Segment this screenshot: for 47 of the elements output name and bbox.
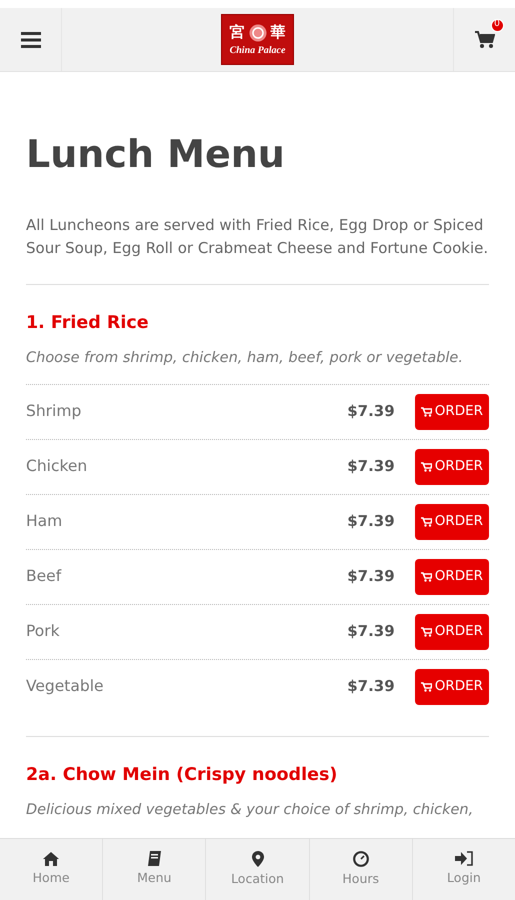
order-button[interactable]: ORDER — [414, 394, 489, 430]
cart-icon — [420, 626, 432, 637]
intro-text: All Luncheons are served with Fried Rice, Egg Drop or Spiced Sour Soup, Egg Roll or Crabmeat Cheese and Fortune Cookie. — [26, 214, 489, 259]
map-pin-icon — [252, 850, 264, 867]
page-title: Lunch Menu — [26, 134, 286, 176]
item-name: Ham — [26, 510, 64, 532]
cart-icon — [420, 572, 432, 582]
cart-icon — [420, 682, 432, 692]
item-price: $7.39 — [347, 401, 395, 422]
order-button[interactable]: ORDER — [414, 558, 489, 595]
home-icon — [43, 852, 60, 866]
cart-icon — [420, 516, 432, 527]
item-price: $7.39 — [347, 456, 395, 478]
item-name: Chicken — [26, 456, 88, 477]
nav-tab[interactable]: Hours — [310, 839, 413, 900]
item-price: $7.39 — [347, 511, 395, 532]
order-button[interactable]: ORDER — [414, 504, 489, 540]
nav-tab[interactable]: Login — [412, 839, 515, 900]
item-price: $7.39 — [347, 676, 395, 698]
item-price: $7.39 — [347, 621, 395, 642]
order-button[interactable]: ORDER — [414, 668, 489, 705]
logo-text: China Palace — [230, 44, 286, 56]
nav-tab[interactable]: Home — [0, 839, 104, 900]
cart-icon — [474, 31, 494, 50]
order-button[interactable]: ORDER — [414, 614, 489, 650]
menu-icon — [20, 32, 40, 48]
nav-tab[interactable]: Menu — [103, 839, 206, 900]
book-icon — [146, 851, 162, 866]
item-price: $7.39 — [347, 566, 395, 588]
section-description: Delicious mixed vegetables & your choice of shrimp, chicken, — [26, 800, 474, 820]
item-name: Beef — [26, 566, 62, 587]
item-name: Pork — [26, 620, 61, 642]
cart-icon — [420, 462, 432, 472]
login-icon — [454, 851, 473, 866]
seal-icon — [248, 24, 266, 42]
item-name: Vegetable — [26, 676, 105, 697]
logo-character: 華 — [270, 25, 286, 40]
section-heading: 1. Fried Rice — [26, 312, 150, 334]
item-name: Shrimp — [26, 400, 82, 422]
order-button[interactable]: ORDER — [414, 448, 489, 485]
logo-character: 宮 — [230, 25, 244, 40]
section-heading: 2a. Chow Mein (Crispy noodles) — [26, 764, 338, 786]
nav-tab[interactable]: Location — [206, 839, 310, 900]
cart-icon — [420, 406, 432, 417]
clock-icon — [352, 850, 369, 867]
section-description: Choose from shrimp, chicken, ham, beef, pork or vegetable. — [26, 348, 464, 368]
logo[interactable]: 宮 華 China Palace — [221, 14, 294, 65]
